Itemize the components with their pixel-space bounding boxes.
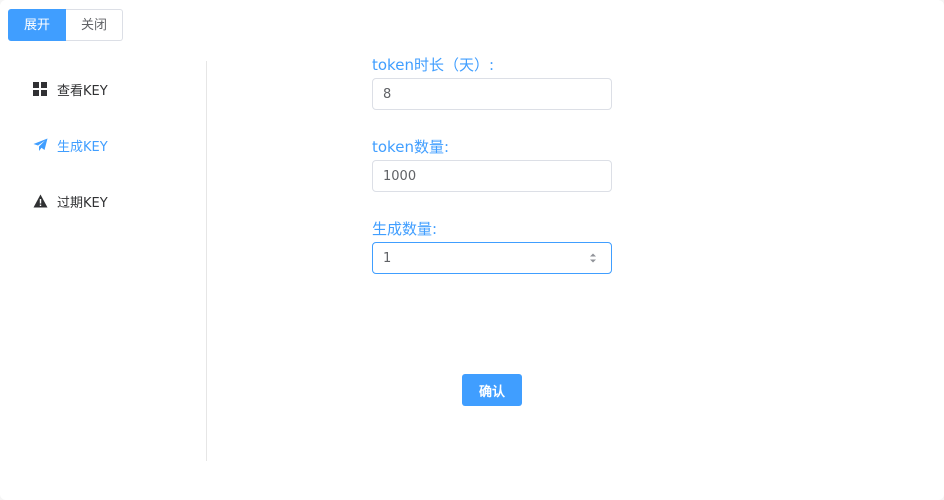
- token-duration-input[interactable]: [372, 78, 612, 110]
- paper-plane-icon: [32, 137, 48, 153]
- page-container: 展开 关闭 查看KEY 生成KEY 过期KEY token时长（天）: 8 to…: [0, 0, 944, 500]
- expand-button[interactable]: 展开: [8, 9, 67, 41]
- confirm-button[interactable]: 确认: [462, 374, 522, 406]
- sidebar-item-view-key[interactable]: 查看KEY: [32, 79, 108, 99]
- sidebar-item-label: 过期KEY: [57, 195, 108, 211]
- collapse-button[interactable]: 关闭: [66, 9, 124, 41]
- token-count-input[interactable]: [372, 160, 612, 192]
- sidebar-toggle-group: 展开 关闭: [8, 9, 124, 41]
- sidebar-item-expired-key[interactable]: 过期KEY: [32, 191, 108, 211]
- number-spinner-icon[interactable]: [587, 250, 599, 266]
- sidebar-item-label: 查看KEY: [57, 83, 108, 99]
- sidebar-item-generate-key[interactable]: 生成KEY: [32, 135, 108, 155]
- warning-icon: [32, 193, 48, 209]
- token-count-label: token数量:: [372, 138, 449, 156]
- token-duration-label: token时长（天）:: [372, 56, 495, 74]
- grid-icon: [32, 81, 48, 97]
- sidebar-item-label: 生成KEY: [57, 139, 108, 155]
- generate-count-input[interactable]: [372, 242, 612, 274]
- generate-count-label: 生成数量:: [372, 220, 438, 238]
- sidebar-menu: 查看KEY 生成KEY 过期KEY: [0, 61, 207, 461]
